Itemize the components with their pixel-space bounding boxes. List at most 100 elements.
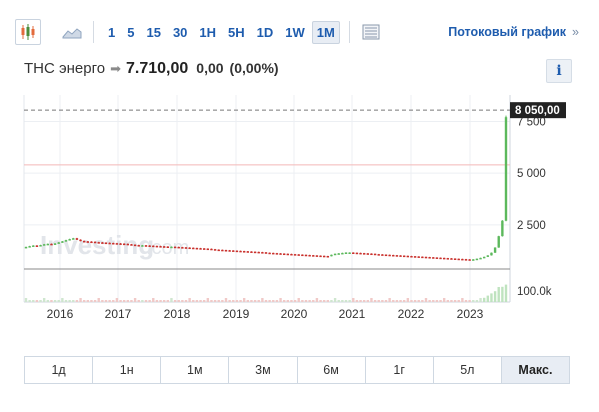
volume-bar [348,300,351,302]
volume-bar [195,300,199,302]
range-0-button[interactable]: 1д [25,357,94,383]
volume-bar [421,300,424,302]
volume-bar [315,298,319,302]
volume-bar [46,300,50,302]
volume-bar [446,300,450,302]
candle-body [493,247,497,253]
current-price-label: 8 050,00 [515,105,560,117]
candle-body [53,243,57,245]
range-7-button[interactable]: Макс. [501,357,569,383]
range-5-button[interactable]: 1г [366,357,434,383]
candle-body [315,255,319,257]
candle-body [348,252,351,254]
volume-bar [355,300,359,302]
candle-body [144,245,148,247]
candle-body [242,251,246,253]
candle-body [217,249,220,252]
volume-bar [373,300,377,302]
candle-body [293,254,297,256]
candle-body [501,220,504,237]
candle-body [355,252,359,255]
candle-body [464,259,468,261]
volume-bar [497,287,500,302]
candle-body [130,244,133,246]
candle-body [308,254,311,257]
candle-body [413,256,417,258]
candle-body [235,250,239,253]
price-chart[interactable]: Investing.com7 5005 0002 5008 050,00100.… [0,0,599,407]
volume-bar [130,300,133,302]
volume-bar [257,300,260,302]
volume-bar [472,300,475,302]
volume-bar [366,300,370,302]
candle-body [93,241,97,244]
candle-body [166,246,170,249]
volume-bar [428,300,431,302]
volume-bar [384,300,388,302]
range-3-button[interactable]: 3м [229,357,298,383]
candle-body [370,253,373,256]
volume-bar [479,298,482,302]
volume-bar [242,298,246,302]
volume-bar [224,298,228,302]
x-tick-label: 2017 [105,307,132,321]
candle-body [312,255,315,257]
candle-body [75,238,79,240]
candle-body [450,258,453,260]
x-tick-label: 2016 [47,307,74,321]
range-1-button[interactable]: 1н [93,357,162,383]
candle-body [50,243,53,246]
candle-body [486,255,490,257]
candle-body [395,255,399,257]
candle-body [32,245,35,247]
volume-bar [253,300,257,302]
volume-bar [126,300,130,302]
volume-bar [272,300,275,302]
candle-body [359,252,362,255]
candle-body [261,252,264,254]
candle-body [213,249,217,251]
volume-bar [286,300,290,302]
x-tick-label: 2022 [398,307,425,321]
volume-bar [64,300,68,302]
volume-bar [53,300,57,302]
range-2-button[interactable]: 1м [161,357,230,383]
volume-bar [282,300,286,302]
volume-bar [213,300,217,302]
volume-bar [377,300,380,302]
volume-bar [326,300,330,302]
candle-body [341,252,344,255]
volume-bar [39,300,42,302]
candle-body [148,245,151,247]
range-6-button[interactable]: 5л [434,357,502,383]
candle-body [133,244,137,247]
candle-body [192,247,195,250]
candle-body [82,240,86,243]
range-4-button[interactable]: 6м [298,357,366,383]
candle-body [173,246,177,249]
candle-body [177,246,180,249]
candle-body [344,252,348,254]
volume-bar [210,300,213,302]
candle-body [199,248,202,250]
volume-bar [50,300,53,302]
volume-bar [206,298,210,302]
x-tick-label: 2023 [457,307,484,321]
candle-body [381,254,384,256]
candle-body [439,257,442,260]
candle-body [304,254,308,257]
volume-bar [119,300,122,302]
candle-body [162,246,166,248]
y-tick-label: 2 500 [517,220,546,232]
candle-body [424,256,428,259]
candle-body [330,254,333,257]
volume-bar [399,300,402,302]
volume-bar [392,300,395,302]
candle-body [301,254,304,257]
candle-body [402,255,406,258]
volume-bar [235,300,239,302]
volume-bar [424,298,428,302]
candle-body [432,257,435,259]
volume-bar [504,284,508,302]
volume-bar [333,298,337,302]
